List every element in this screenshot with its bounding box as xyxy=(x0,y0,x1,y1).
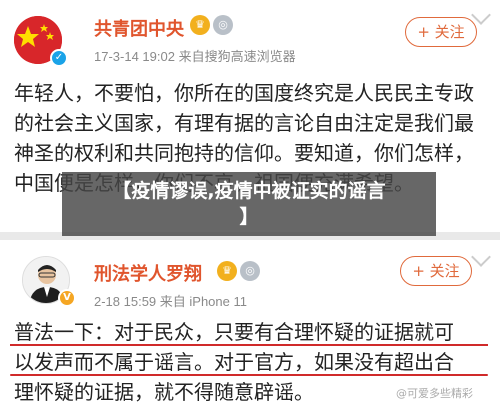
chevron-down-icon[interactable] xyxy=(471,5,491,25)
user-badges: ♛ ◎ xyxy=(190,15,233,35)
overlay-title-line: 【疫情谬误,疫情中被证实的谣言 xyxy=(112,180,386,202)
author-name[interactable]: 共青团中央 xyxy=(94,15,184,41)
watermark: @可爱多些精彩 xyxy=(396,387,473,400)
post-meta: 2-18 15:59 来自 iPhone 11 xyxy=(94,294,247,309)
gold-medal-icon: ♛ xyxy=(217,261,237,281)
verified-badge-icon: ✓ xyxy=(50,49,68,67)
overlay-title-line: 】 xyxy=(239,206,259,228)
post-text-line: 普法一下：对于民众，只要有合理怀疑的证据就可 xyxy=(14,320,454,344)
post-text-line: 以发声而不属于谣言。对于官方，如果没有超出合 xyxy=(14,350,454,374)
verified-badge-icon: V xyxy=(58,289,76,307)
author-name[interactable]: 刑法学人罗翔 xyxy=(94,260,202,286)
red-underline xyxy=(10,374,488,376)
title-overlay: 【疫情谬误,疫情中被证实的谣言 】 xyxy=(62,172,436,236)
gold-medal-icon: ♛ xyxy=(190,15,210,35)
post-meta: 17-3-14 19:02 来自搜狗高速浏览器 xyxy=(94,49,296,64)
silver-medal-icon: ◎ xyxy=(240,261,260,281)
silver-medal-icon: ◎ xyxy=(213,15,233,35)
user-badges: ♛ ◎ xyxy=(217,261,260,281)
red-underline xyxy=(10,344,488,346)
follow-button[interactable]: + 关注 xyxy=(400,256,472,286)
follow-button[interactable]: + 关注 xyxy=(405,17,477,47)
